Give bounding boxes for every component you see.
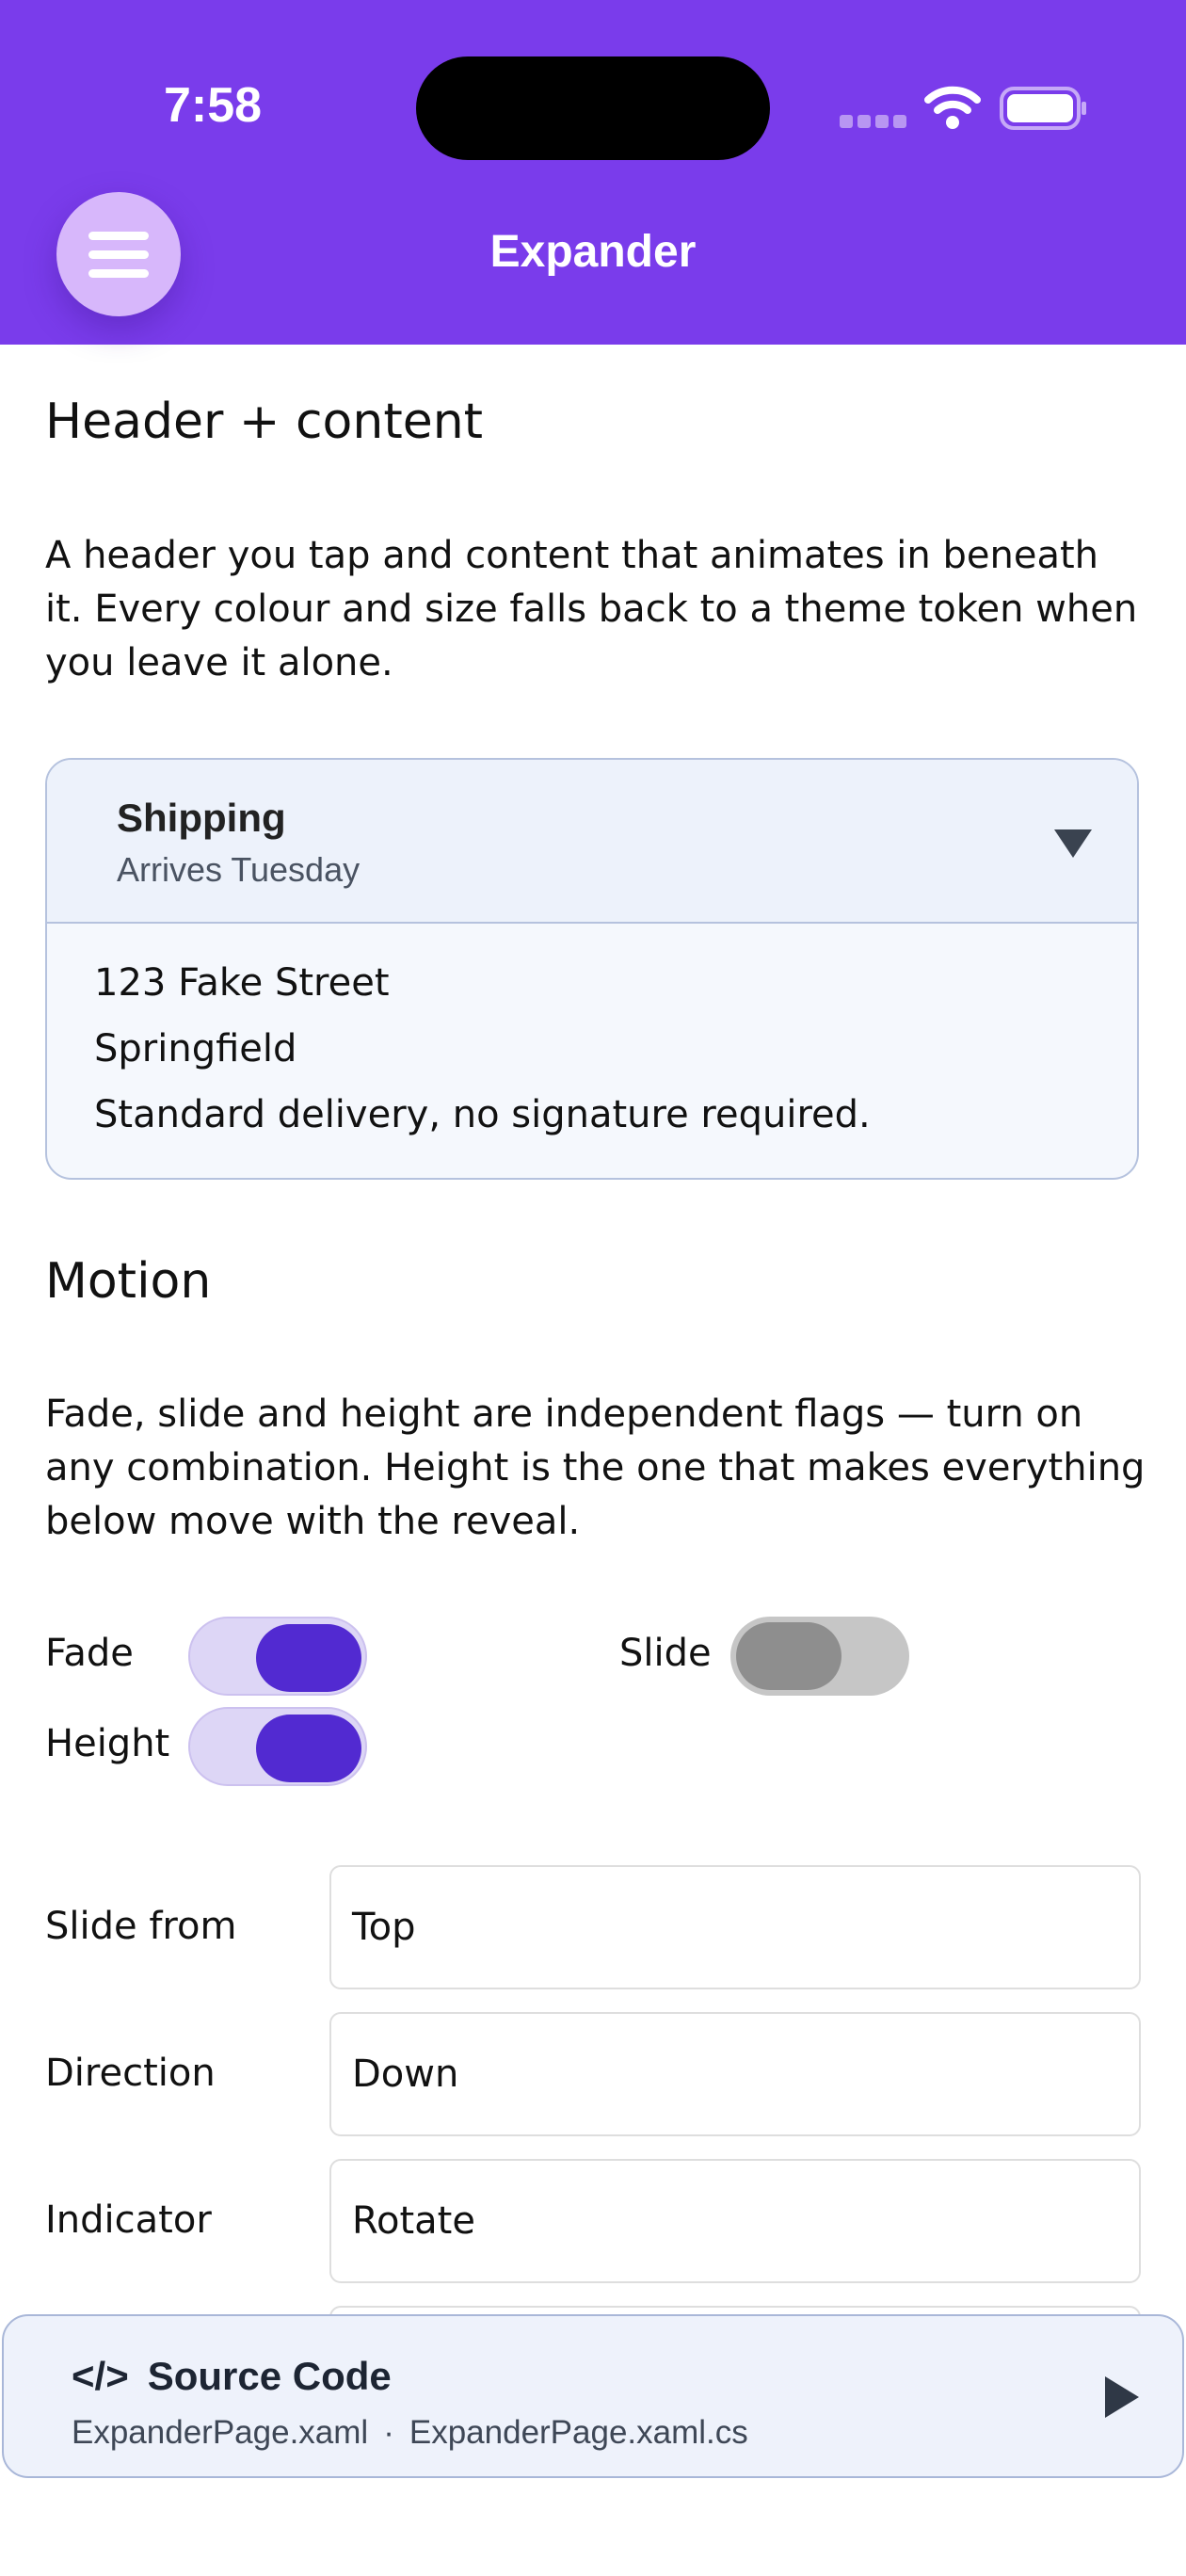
shipping-expander: Shipping Arrives Tuesday 123 Fake Street…	[45, 758, 1139, 1180]
battery-icon	[1000, 87, 1086, 130]
direction-label: Direction	[45, 2052, 216, 2095]
source-files: ExpanderPage.xaml · ExpanderPage.xaml.cs	[72, 2414, 748, 2452]
slide-label: Slide	[619, 1632, 712, 1675]
chevron-down-icon	[1054, 829, 1092, 858]
source-code-title: </> Source Code	[72, 2354, 392, 2399]
fade-label: Fade	[45, 1632, 134, 1675]
wifi-icon	[924, 86, 981, 129]
status-time: 7:58	[164, 78, 263, 133]
indicator-picker[interactable]: Rotate	[329, 2159, 1141, 2283]
signal-icon	[840, 115, 906, 128]
source-file-separator: ·	[383, 2414, 394, 2451]
section-description-header-content: A header you tap and content that animat…	[45, 534, 1138, 684]
expander-content-line: Springfield	[94, 1027, 297, 1071]
slide-toggle[interactable]	[730, 1617, 909, 1696]
top-app-bar: 7:58 Expander	[0, 0, 1186, 345]
dynamic-island	[416, 56, 770, 160]
direction-picker[interactable]: Down	[329, 2012, 1141, 2136]
slide-from-label: Slide from	[45, 1905, 237, 1948]
source-file-cs: ExpanderPage.xaml.cs	[409, 2414, 748, 2451]
section-heading-header-content: Header + content	[45, 394, 484, 450]
section-description-motion: Fade, slide and height are independent f…	[45, 1393, 1146, 1543]
source-code-label: Source Code	[147, 2354, 392, 2398]
page-title: Expander	[489, 227, 697, 277]
play-icon	[1105, 2376, 1139, 2418]
expander-header[interactable]: Shipping Arrives Tuesday	[47, 760, 1137, 924]
expander-title: Shipping	[117, 796, 286, 840]
indicator-label: Indicator	[45, 2198, 212, 2242]
code-icon: </>	[72, 2354, 129, 2398]
expander-content-line: Standard delivery, no signature required…	[94, 1093, 871, 1136]
fade-toggle[interactable]	[188, 1617, 367, 1696]
source-code-bar[interactable]: </> Source Code ExpanderPage.xaml · Expande…	[2, 2314, 1184, 2478]
source-file-xaml: ExpanderPage.xaml	[72, 2414, 369, 2451]
expander-content-line: 123 Fake Street	[94, 961, 390, 1005]
height-toggle[interactable]	[188, 1707, 367, 1786]
expander-subtitle: Arrives Tuesday	[117, 850, 361, 889]
height-label: Height	[45, 1722, 170, 1765]
section-heading-motion: Motion	[45, 1253, 212, 1310]
slide-from-picker[interactable]: Top	[329, 1865, 1141, 1989]
